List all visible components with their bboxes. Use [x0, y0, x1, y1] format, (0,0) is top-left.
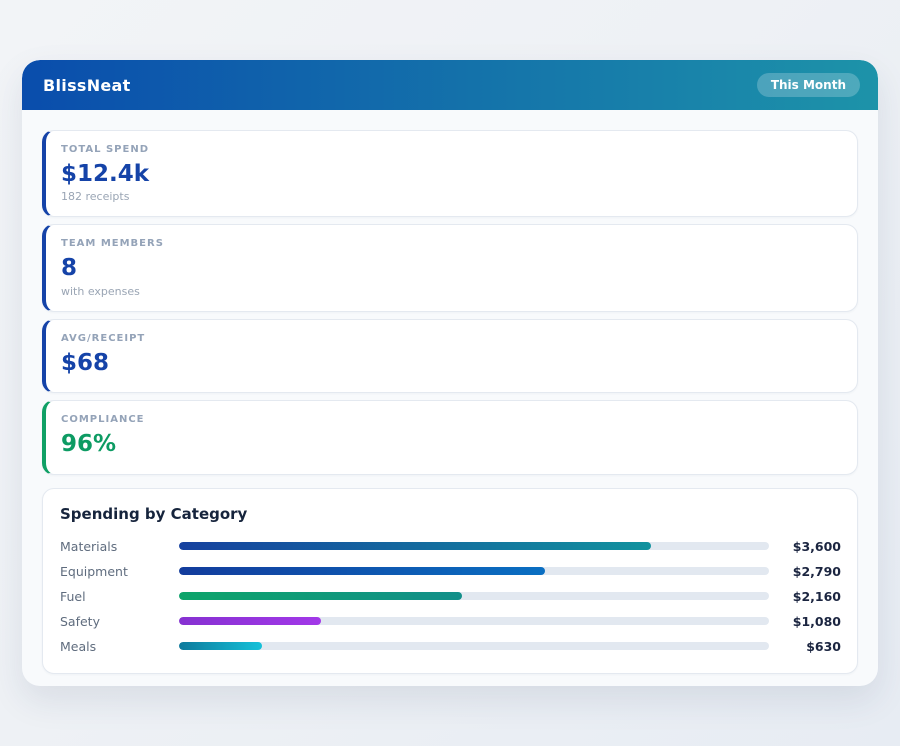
period-badge[interactable]: This Month	[756, 73, 860, 97]
stat-value: 8	[61, 255, 78, 282]
stat-label: COMPLIANCE	[61, 414, 145, 426]
bar-value: $2,790	[792, 563, 841, 579]
stat-value: $12.4k	[61, 161, 150, 187]
bar-value: $630	[806, 638, 841, 654]
stat-label: AVG/RECEIPT	[61, 332, 146, 344]
stat-value: $68	[61, 349, 110, 376]
bar-fill-meals	[179, 642, 262, 651]
bar-value: $1,080	[792, 613, 841, 629]
bar-value: $2,160	[792, 588, 841, 604]
bar-row-meals: Meals $630	[60, 634, 841, 659]
stat-card-avg-receipt: AVG/RECEIPT $68	[42, 318, 858, 394]
stat-label: TOTAL SPEND	[61, 144, 149, 155]
bar-row-fuel: Fuel $2,160	[60, 584, 841, 609]
bar-label: Fuel	[60, 588, 86, 604]
stat-card-total-spend: TOTAL SPEND $12.4k 182 receipts	[42, 130, 858, 218]
stat-subtext: with expenses	[61, 284, 140, 298]
app-title: BlissNeat	[43, 75, 131, 95]
bar-label: Safety	[60, 613, 100, 629]
stat-card-team-members: TEAM MEMBERS 8 with expenses	[42, 224, 858, 312]
bar-row-safety: Safety $1,080	[60, 609, 841, 634]
stat-subtext: 182 receipts	[61, 190, 130, 204]
bar-row-equipment: Equipment $2,790	[60, 559, 841, 584]
bar-fill-materials	[179, 542, 651, 551]
stat-card-compliance: COMPLIANCE 96%	[42, 400, 858, 475]
bar-label: Equipment	[60, 563, 128, 579]
bar-track	[179, 542, 769, 551]
bar-label: Meals	[60, 638, 97, 654]
bar-track	[179, 592, 769, 601]
dashboard-card: BlissNeat This Month TOTAL SPEND $12.4k …	[22, 60, 878, 686]
app-header: BlissNeat This Month	[22, 60, 878, 110]
bar-fill-safety	[179, 617, 321, 626]
section-title: Spending by Category	[60, 504, 248, 523]
bar-fill-fuel	[179, 592, 463, 601]
bar-row-materials: Materials $3,600	[60, 534, 841, 559]
bar-label: Materials	[60, 538, 118, 554]
stat-label: TEAM MEMBERS	[61, 238, 164, 250]
dashboard-content: TOTAL SPEND $12.4k 182 receipts TEAM MEM…	[22, 110, 878, 686]
bar-value: $3,600	[792, 538, 841, 554]
spending-by-category-card: Spending by Category Materials $3,600 Eq…	[42, 487, 858, 674]
bar-track	[179, 642, 769, 651]
bar-track	[179, 617, 769, 626]
bar-fill-equipment	[179, 567, 545, 576]
bar-track	[179, 567, 769, 576]
stat-value: 96%	[61, 431, 117, 458]
